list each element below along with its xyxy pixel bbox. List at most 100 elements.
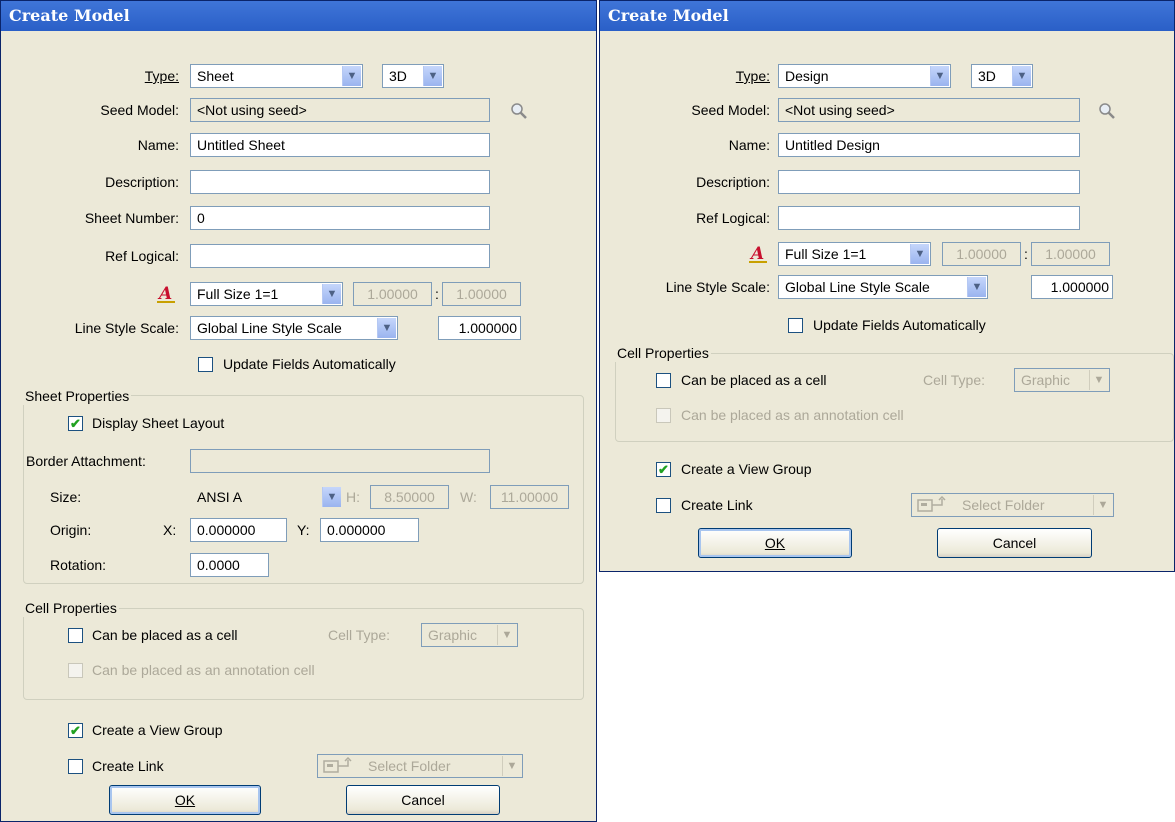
annotation-scale-icon: A <box>749 244 767 264</box>
origin-x-field[interactable]: 0.000000 <box>190 518 287 542</box>
folder-link-icon <box>323 757 352 773</box>
name-field[interactable]: Untitled Design <box>778 133 1080 157</box>
annotation-cell-label: Can be placed as an annotation cell <box>681 407 904 423</box>
ok-button[interactable]: OK <box>698 528 852 558</box>
cell-type-select: Graphic ▼ <box>421 623 518 647</box>
display-sheet-layout-checkbox[interactable]: ✔ <box>68 416 83 431</box>
dialog-title: Create Model <box>1 1 596 31</box>
origin-label: Origin: <box>50 522 92 538</box>
line-style-scale-label: Line Style Scale: <box>665 279 770 295</box>
create-view-group-label: Create a View Group <box>681 461 812 477</box>
ok-button[interactable]: OK <box>109 785 261 815</box>
update-fields-label: Update Fields Automatically <box>813 317 986 333</box>
create-link-checkbox[interactable] <box>68 759 83 774</box>
chevron-down-icon: ▼ <box>1012 66 1031 86</box>
select-folder-button: Select Folder ▼ <box>317 754 523 778</box>
scale-separator: : <box>1024 246 1028 262</box>
create-view-group-label: Create a View Group <box>92 722 223 738</box>
magnifier-icon[interactable] <box>1097 101 1117 121</box>
border-attachment-field <box>190 449 490 473</box>
select-folder-button: Select Folder ▼ <box>911 493 1114 517</box>
cell-type-value: Graphic <box>428 627 478 643</box>
height-field: 8.50000 <box>370 485 449 509</box>
origin-y-field[interactable]: 0.000000 <box>320 518 419 542</box>
sheet-size-value: ANSI A <box>197 489 243 505</box>
dimension-select[interactable]: 3D ▼ <box>382 64 444 88</box>
annotation-cell-label: Can be placed as an annotation cell <box>92 662 315 678</box>
ref-logical-field[interactable] <box>778 206 1080 230</box>
folder-link-icon <box>917 496 946 512</box>
line-style-scale-select[interactable]: Global Line Style Scale ▼ <box>778 275 988 299</box>
chevron-down-icon: ▼ <box>497 625 516 645</box>
dimension-select[interactable]: 3D ▼ <box>971 64 1033 88</box>
cell-properties-group <box>23 608 584 700</box>
seed-model-field: <Not using seed> <box>778 98 1080 122</box>
update-fields-checkbox[interactable] <box>788 318 803 333</box>
placed-as-cell-label: Can be placed as a cell <box>681 372 827 388</box>
scale-separator: : <box>435 286 439 302</box>
border-attachment-label: Border Attachment: <box>26 453 146 469</box>
width-label: W: <box>460 489 477 505</box>
create-view-group-checkbox[interactable]: ✔ <box>68 723 83 738</box>
ok-button-label: OK <box>764 535 786 551</box>
ref-logical-field[interactable] <box>190 244 490 268</box>
chevron-down-icon: ▼ <box>910 244 929 264</box>
sheet-size-select[interactable]: ANSI A ▼ <box>190 485 343 509</box>
type-select[interactable]: Design ▼ <box>778 64 951 88</box>
line-style-number-field[interactable]: 1.000000 <box>438 316 521 340</box>
type-select[interactable]: Sheet ▼ <box>190 64 363 88</box>
magnifier-icon[interactable] <box>509 101 529 121</box>
select-folder-label: Select Folder <box>962 497 1045 513</box>
chevron-down-icon: ▼ <box>1089 370 1108 390</box>
description-field[interactable] <box>190 170 490 194</box>
rotation-field[interactable]: 0.0000 <box>190 553 269 577</box>
scale-a-field: 1.00000 <box>942 242 1021 266</box>
annotation-scale-select[interactable]: Full Size 1=1 ▼ <box>190 282 343 306</box>
create-link-checkbox[interactable] <box>656 498 671 513</box>
line-style-scale-value: Global Line Style Scale <box>197 320 342 336</box>
sheet-number-field[interactable]: 0 <box>190 206 490 230</box>
placed-as-cell-checkbox[interactable] <box>656 373 671 388</box>
create-link-label: Create Link <box>92 758 164 774</box>
update-fields-checkbox[interactable] <box>198 357 213 372</box>
chevron-down-icon: ▼ <box>342 66 361 86</box>
annotation-scale-select[interactable]: Full Size 1=1 ▼ <box>778 242 931 266</box>
sheet-properties-title: Sheet Properties <box>23 387 132 405</box>
name-label: Name: <box>728 137 770 153</box>
sheet-number-label: Sheet Number: <box>84 210 179 226</box>
ref-logical-label: Ref Logical: <box>105 248 179 264</box>
annotation-scale-value: Full Size 1=1 <box>785 246 867 262</box>
chevron-down-icon: ▼ <box>502 756 521 776</box>
placed-as-cell-checkbox[interactable] <box>68 628 83 643</box>
cell-type-label: Cell Type: <box>923 372 985 388</box>
cancel-button[interactable]: Cancel <box>937 528 1092 558</box>
update-fields-label: Update Fields Automatically <box>223 356 396 372</box>
create-view-group-checkbox[interactable]: ✔ <box>656 462 671 477</box>
line-style-scale-select[interactable]: Global Line Style Scale ▼ <box>190 316 398 340</box>
cancel-button-label: Cancel <box>401 792 445 808</box>
chevron-down-icon: ▼ <box>930 66 949 86</box>
cell-type-value: Graphic <box>1021 372 1071 388</box>
cell-properties-group <box>615 353 1174 442</box>
annotation-scale-value: Full Size 1=1 <box>197 286 279 302</box>
cell-type-select: Graphic ▼ <box>1014 368 1110 392</box>
create-model-dialog-sheet: Create Model Type: Sheet ▼ 3D ▼ Seed Mod… <box>0 0 597 822</box>
description-label: Description: <box>105 174 179 190</box>
cancel-button[interactable]: Cancel <box>346 785 500 815</box>
chevron-down-icon: ▼ <box>423 66 442 86</box>
create-link-label: Create Link <box>681 497 753 513</box>
name-field[interactable]: Untitled Sheet <box>190 133 490 157</box>
origin-x-label: X: <box>163 522 177 538</box>
description-field[interactable] <box>778 170 1080 194</box>
placed-as-cell-label: Can be placed as a cell <box>92 627 238 643</box>
scale-b-field: 1.00000 <box>442 282 521 306</box>
origin-y-label: Y: <box>297 522 310 538</box>
cell-type-label: Cell Type: <box>328 627 390 643</box>
rotation-label: Rotation: <box>50 557 107 573</box>
description-label: Description: <box>696 174 770 190</box>
line-style-number-field[interactable]: 1.000000 <box>1031 275 1113 299</box>
ok-button-label: OK <box>174 792 196 808</box>
type-select-value: Sheet <box>197 68 234 84</box>
dialog-title: Create Model <box>600 1 1174 31</box>
width-field: 11.00000 <box>490 485 569 509</box>
